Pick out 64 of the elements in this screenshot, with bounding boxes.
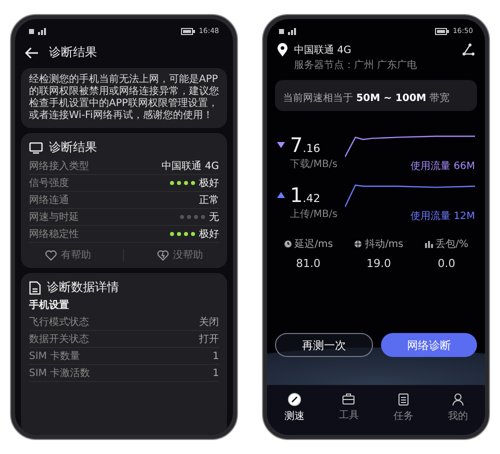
row-value: 极好 [199, 228, 219, 241]
feedback-button[interactable]: 有帮助 [61, 248, 92, 262]
monitor-icon [29, 142, 43, 154]
row-label: SIM 卡激活数 [29, 366, 92, 380]
section-heading: 手机设置 [29, 298, 70, 312]
stat-value: 19.0 [366, 257, 391, 270]
row-label: SIM 卡数量 [29, 350, 82, 363]
row-label: 飞行模式状态 [29, 316, 90, 329]
data-usage: 使用流量 12M [410, 210, 475, 223]
location-pin-icon [277, 43, 288, 57]
row-value: 极好 [199, 176, 219, 190]
speed-value: 7.16 [290, 133, 320, 157]
person-icon [452, 393, 464, 406]
row-value: 正常 [199, 194, 219, 207]
row-label: 网络接入类型 [29, 160, 90, 173]
row-label: 信号强度 [29, 176, 70, 190]
carrier-name: 中国联通 4G [294, 44, 352, 57]
heart-icon[interactable] [45, 250, 58, 260]
server-location-text: 服务器节点：广州 广东广电 [294, 58, 418, 72]
bars-icon [424, 240, 433, 248]
row-value: 关闭 [199, 316, 219, 329]
feedback-button[interactable]: 没帮助 [172, 248, 203, 262]
row-label: 网络稳定性 [29, 228, 80, 241]
broken-heart-icon[interactable] [156, 250, 169, 260]
card-title: 诊断数据详情 [47, 279, 119, 296]
speed-value: 1.42 [290, 183, 320, 207]
battery-icon [434, 28, 449, 34]
stat-label: 抖动/ms [365, 238, 404, 251]
nav-tab[interactable]: 测速 [284, 393, 304, 423]
signal-icon [279, 28, 297, 34]
stat-label: 丢包/% [436, 238, 468, 251]
nav-tab[interactable]: 任务 [393, 393, 414, 423]
document-icon [29, 280, 41, 294]
battery-icon [180, 28, 195, 34]
share-icon[interactable] [461, 43, 475, 57]
row-value: 1 [212, 350, 219, 362]
globe-icon [354, 240, 362, 248]
data-usage: 使用流量 66M [410, 160, 475, 173]
row-label: 网速与时延 [29, 210, 80, 224]
back-arrow-icon[interactable] [25, 46, 39, 58]
message-text: 经检测您的手机当前无法上网，可能是APP的联网权限被禁用或网络连接异常，建议您检查手机设置中的APP联网权限管理设置，或者连接Wi-Fi网络再试，感谢您的使用！ [29, 74, 219, 122]
signal-icon [29, 28, 47, 34]
nav-tab[interactable]: 我的 [448, 393, 468, 423]
nav-tab[interactable]: 工具 [338, 393, 359, 423]
gauge-icon [288, 393, 301, 406]
page-title: 诊断结果 [49, 44, 97, 61]
stat-value: 0.0 [438, 257, 456, 270]
row-label: 数据开关状态 [29, 332, 90, 346]
diagnose-button[interactable]: 网络诊断 [381, 333, 477, 357]
clock-icon [284, 240, 292, 248]
card-title: 诊断结果 [49, 139, 97, 156]
retest-button[interactable]: 再测一次 [275, 333, 373, 357]
speed-unit: 下载/MB/s [290, 158, 338, 171]
stat-label: 延迟/ms [294, 238, 333, 251]
speed-unit: 上传/MB/s [290, 208, 338, 221]
briefcase-icon [342, 393, 356, 405]
row-value: 打开 [199, 332, 219, 346]
row-value: 中国联通 4G [162, 160, 219, 173]
stat-value: 81.0 [296, 257, 320, 270]
row-label: 网络连通 [29, 194, 70, 207]
document-icon [398, 393, 409, 406]
row-value: 无 [209, 211, 219, 224]
speed-note: 当前网速相当于 50M ~ 100M 带宽 [283, 93, 450, 104]
row-value: 1 [212, 368, 219, 378]
